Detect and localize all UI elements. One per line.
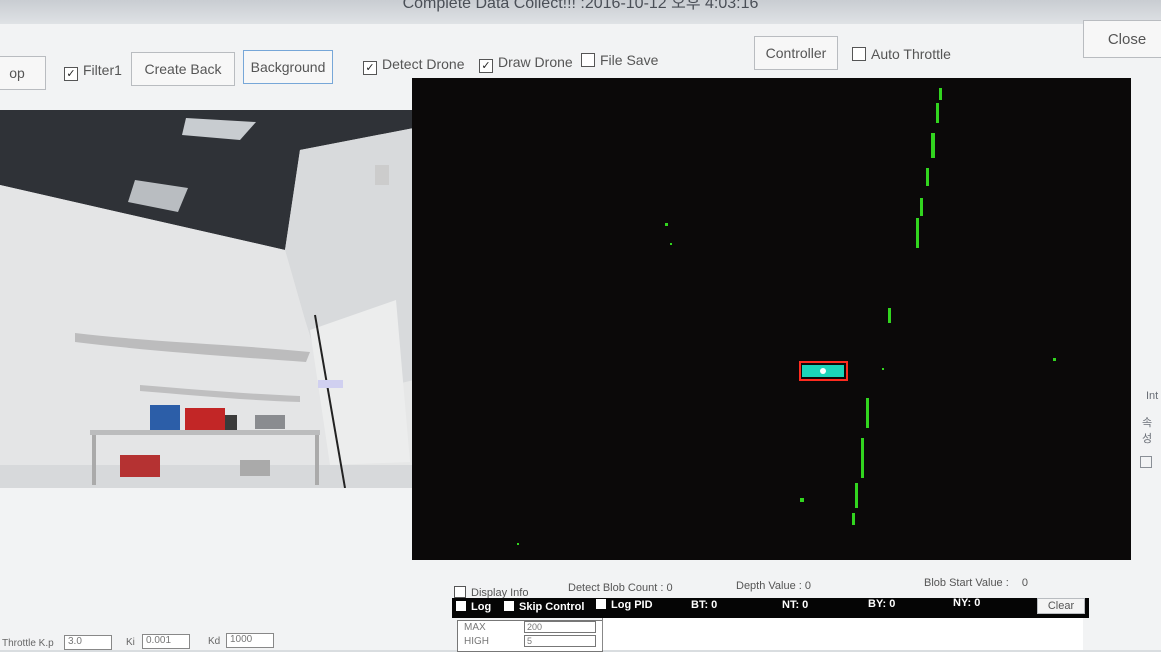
auto-throttle-checkbox[interactable]: Auto Throttle: [852, 46, 951, 62]
log-box-icon: [456, 601, 466, 611]
kd-label: Kd: [208, 636, 221, 647]
camera-feed-view: [0, 110, 414, 488]
display-info-box-icon: [454, 586, 466, 598]
table-key: MAX: [464, 622, 486, 633]
log-label: Log: [471, 601, 492, 613]
window-title: Complete Data Collect!!! :2016-10-12 오후 …: [402, 0, 759, 12]
close-button[interactable]: Close: [1083, 20, 1161, 58]
log-checkbox[interactable]: Log: [456, 601, 491, 613]
bt-readout: BT: 0: [691, 599, 717, 611]
throttle-kp-label: Throttle K.p: [2, 638, 54, 649]
depth-value-label: Depth Value :: [736, 580, 802, 592]
skip-control-box-icon: [504, 601, 514, 611]
close-label: Close: [1107, 31, 1147, 48]
log-pid-label: Log PID: [611, 599, 653, 611]
auto-throttle-box-icon: [852, 47, 866, 61]
side-int-label: Int: [1146, 390, 1159, 402]
throttle-kp-input[interactable]: 3.0: [64, 635, 112, 650]
draw-drone-label: Draw Drone: [498, 54, 573, 70]
side-grid-icon[interactable]: [1140, 456, 1152, 468]
bt-label: BT:: [691, 599, 709, 611]
log-table: MAX 200 HIGH 5: [457, 620, 603, 652]
main-window: op ✓ Filter1 Create Back Background ✓ Dete…: [0, 20, 1161, 652]
stop-button[interactable]: op: [0, 56, 46, 90]
clear-label: Clear: [1047, 600, 1075, 612]
auto-throttle-label: Auto Throttle: [871, 46, 951, 62]
ny-readout: NY: 0: [953, 597, 980, 609]
background-button[interactable]: Background: [243, 50, 333, 84]
file-save-label: File Save: [600, 52, 659, 68]
log-pid-checkbox[interactable]: Log PID: [596, 599, 653, 611]
ki-label: Ki: [126, 637, 135, 648]
log-graph-area: [602, 618, 1083, 650]
filter-checkbox[interactable]: ✓ Filter1: [64, 62, 122, 81]
nt-label: NT:: [782, 599, 800, 611]
clear-button[interactable]: Clear: [1037, 598, 1085, 614]
nt-value: 0: [802, 599, 809, 611]
detect-drone-check-icon: ✓: [363, 61, 377, 75]
by-readout: BY: 0: [868, 598, 895, 610]
depth-value: Depth Value : 0: [736, 580, 811, 592]
create-back-button[interactable]: Create Back: [131, 52, 235, 86]
side-korean-label: 속성: [1142, 417, 1153, 445]
filter-label: Filter1: [83, 62, 122, 78]
file-save-box-icon: [581, 53, 595, 67]
by-label: BY:: [868, 598, 887, 610]
draw-drone-check-icon: ✓: [479, 59, 493, 73]
background-label: Background: [250, 59, 326, 75]
file-save-checkbox[interactable]: File Save: [581, 52, 658, 68]
nt-readout: NT: 0: [782, 599, 808, 611]
kd-input[interactable]: 1000: [226, 633, 274, 648]
log-pid-box-icon: [596, 599, 606, 609]
filter-check-icon: ✓: [64, 67, 78, 81]
ki-input[interactable]: 0.001: [142, 634, 190, 649]
detect-drone-checkbox[interactable]: ✓ Detect Drone: [363, 56, 464, 75]
detect-blob-count-value: 0: [666, 582, 673, 594]
blob-start-value-label: Blob Start Value :: [924, 577, 1009, 589]
blob-start-value-number: 0: [1021, 577, 1028, 589]
controller-label: Controller: [765, 45, 827, 61]
depth-detection-view: [412, 78, 1131, 560]
table-value-field[interactable]: 5: [524, 635, 596, 647]
skip-control-label: Skip Control: [519, 601, 585, 613]
by-value: 0: [889, 598, 896, 610]
table-value-field[interactable]: 200: [524, 621, 596, 633]
log-control-bar: Log Skip Control Log PID BT: 0 NT: 0 BY:…: [452, 597, 1089, 618]
create-back-label: Create Back: [144, 61, 222, 77]
ny-label: NY:: [953, 597, 972, 609]
stop-label: op: [9, 65, 25, 81]
detect-blob-count-label: Detect Blob Count :: [568, 582, 664, 594]
depth-image: [412, 78, 1131, 560]
camera-image: [0, 110, 414, 488]
detect-drone-label: Detect Drone: [382, 56, 465, 72]
bt-value: 0: [711, 599, 718, 611]
depth-value-number: 0: [804, 580, 812, 592]
draw-drone-checkbox[interactable]: ✓ Draw Drone: [479, 54, 573, 73]
blob-start-value: Blob Start Value : 0: [924, 577, 1028, 589]
detect-blob-count: Detect Blob Count : 0: [568, 582, 673, 594]
controller-button[interactable]: Controller: [754, 36, 838, 70]
title-bar: Complete Data Collect!!! :2016-10-12 오후 …: [0, 0, 1161, 24]
table-key: HIGH: [464, 636, 489, 647]
table-row: MAX 200: [458, 621, 602, 635]
skip-control-checkbox[interactable]: Skip Control: [504, 601, 584, 613]
table-row: HIGH 5: [458, 635, 602, 649]
ny-value: 0: [974, 597, 981, 609]
